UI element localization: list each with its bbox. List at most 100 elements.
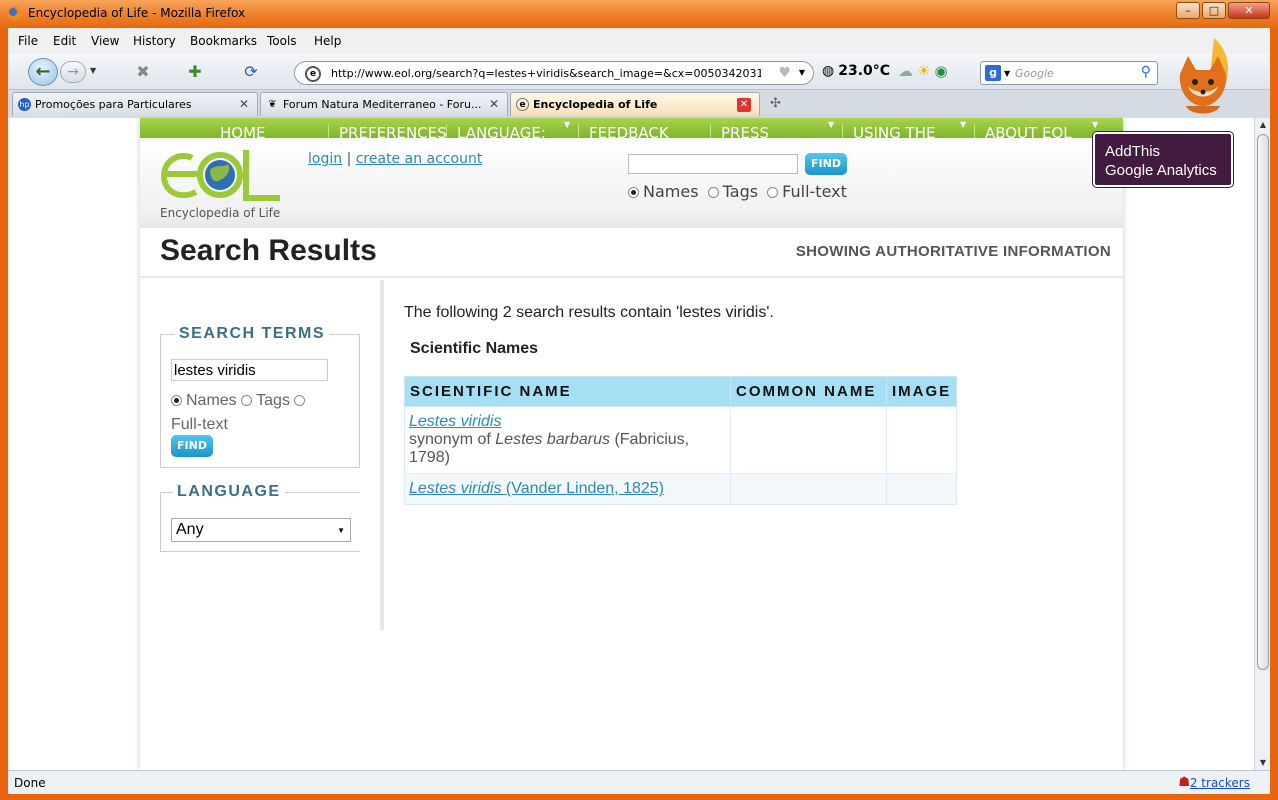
window-title: Encyclopedia of Life - Mozilla Firefox [28,6,246,20]
maximize-button[interactable]: □ [1202,2,1226,19]
authoritative-toggle[interactable]: SHOWING AUTHORITATIVE INFORMATION [796,243,1111,260]
logo-subtitle: Encyclopedia of Life [160,206,281,220]
col-common-name: COMMON NAME [730,376,887,407]
search-terms-input[interactable]: lestes viridis [171,359,328,381]
menu-bookmarks[interactable]: Bookmarks [190,34,257,48]
nav-using-the[interactable]: USING THE [842,124,935,138]
result-author: (Vander Linden, 1825) [501,480,664,497]
chevron-down-icon: ▼ [337,526,345,535]
minimize-button[interactable]: – [1176,2,1200,19]
nav-press[interactable]: PRESS [710,124,769,138]
page-title: Search Results [160,234,377,267]
close-window-button[interactable]: ✕ [1228,2,1270,19]
tab-forum-natura[interactable]: ❦ Forum Natura Mediterraneo - Foru... ✕ [260,92,508,116]
common-name-cell [730,406,887,474]
back-arrow-icon[interactable]: ← [28,58,58,86]
link-separator: | [346,151,352,167]
sidebar-search-type: Names Tags Full-text [171,389,351,437]
status-text: Done [14,776,46,790]
radio-names-label: Names [643,182,699,201]
menu-file[interactable]: File [18,34,38,48]
eol-logo[interactable] [158,144,283,204]
result-cell: Lestes viridis synonym of Lestes barbaru… [404,406,731,474]
menu-help[interactable]: Help [314,34,341,48]
tracker-icon[interactable]: ☗ [1178,775,1190,790]
weather-widget[interactable]: ◍ 23.0°C [822,63,890,79]
history-dropdown-icon[interactable]: ▼ [90,66,96,75]
tab-bar: hp Promoções para Particulares ✕ ❦ Forum… [8,90,1270,118]
site-identity-icon[interactable]: e [305,66,321,82]
login-link[interactable]: login [308,151,342,167]
radio-names[interactable] [628,187,639,198]
menu-view[interactable]: View [91,34,119,48]
search-engine-dropdown-icon[interactable]: ▼ [1004,69,1010,78]
result-name: Lestes viridis [409,480,502,497]
sidebar-radio-tags[interactable] [241,395,253,407]
menu-history[interactable]: History [133,34,176,48]
new-tab-icon[interactable]: ✣ [770,96,781,111]
menu-bar: File Edit View History Bookmarks Tools H… [8,28,1270,54]
dropdown-arrow-icon: ▼ [960,120,967,129]
forward-arrow-icon[interactable]: → [60,61,86,83]
new-page-icon[interactable]: ✚ [184,62,206,82]
radio-fulltext-label: Full-text [782,182,847,201]
sun-icon: ☀ [917,62,935,80]
language-select[interactable]: Any ▼ [171,518,351,542]
nav-feedback[interactable]: FEEDBACK [578,124,669,138]
reload-icon[interactable]: ⟳ [240,62,262,82]
nav-about-eol[interactable]: ABOUT EOL [974,124,1072,138]
trackers-link[interactable]: 2 trackers [1190,776,1250,790]
create-account-link[interactable]: create an account [356,151,483,167]
result-link-2[interactable]: Lestes viridis (Vander Linden, 1825) [409,480,664,497]
scrollbar-thumb[interactable] [1257,134,1269,670]
search-icon[interactable]: ⚲ [1141,64,1151,80]
search-placeholder[interactable]: Google [1015,67,1054,80]
menu-tools[interactable]: Tools [267,34,297,48]
weather-globe-icon: ◍ [822,63,835,79]
menu-edit[interactable]: Edit [53,34,76,48]
header-search-input[interactable] [628,154,798,174]
url-dropdown-icon[interactable]: ▼ [799,68,805,77]
tab-promocoes[interactable]: hp Promoções para Particulares ✕ [12,92,258,116]
close-tab-icon[interactable]: ✕ [737,98,751,112]
stop-icon[interactable]: ✖ [132,62,154,82]
navigation-toolbar: ← → ▼ ✖ ✚ ⟳ e http://www.eol.org/search?… [8,54,1270,90]
image-cell [885,406,958,474]
nav-home[interactable]: HOME [210,124,266,138]
close-tab-icon[interactable]: ✕ [489,97,499,111]
url-text[interactable]: http://www.eol.org/search?q=lestes+virid… [331,67,761,80]
forecast-icons[interactable]: ☁☀◉ [898,62,952,80]
url-bar[interactable]: e http://www.eol.org/search?q=lestes+vir… [294,61,814,85]
result-cell: Lestes viridis (Vander Linden, 1825) [404,473,731,505]
firefox-icon [7,6,22,21]
tab-encyclopedia-of-life[interactable]: e Encyclopedia of Life ✕ [510,92,760,116]
radio-fulltext[interactable] [767,187,779,198]
scroll-down-icon[interactable]: ▼ [1255,756,1271,770]
close-tab-icon[interactable]: ✕ [239,97,249,111]
search-terms-box: SEARCH TERMS lestes viridis Names Tags F… [160,325,360,468]
scroll-up-icon[interactable]: ▲ [1255,118,1271,132]
tooltip-line-1: AddThis [1105,143,1161,160]
radio-tags-label: Tags [722,182,759,201]
language-selected-value: Any [176,521,204,538]
trackers-tooltip: AddThis Google Analytics [1093,132,1233,187]
bookmark-heart-icon[interactable]: ♥ [778,65,791,81]
google-search-box[interactable]: g ▼ Google ⚲ [980,61,1158,85]
col-image: IMAGE [885,376,958,407]
vertical-scrollbar[interactable]: ▲ ▼ [1254,118,1270,770]
google-icon[interactable]: g [985,65,1001,81]
sidebar-radio-tags-label: Tags [256,392,290,409]
sidebar: SEARCH TERMS lestes viridis Names Tags F… [140,280,384,630]
sidebar-radio-names[interactable] [171,395,182,407]
eol-icon: e [516,98,529,111]
sidebar-radio-fulltext[interactable] [294,395,306,407]
sidebar-find-button[interactable]: FIND [171,435,213,457]
radio-tags[interactable] [707,187,719,198]
nav-language[interactable]: LANGUAGE: [446,124,546,138]
result-link[interactable]: Lestes viridis [409,413,501,430]
nav-preferences[interactable]: PREFERENCES [328,124,447,138]
header-find-button[interactable]: FIND [805,153,847,175]
site-header: Encyclopedia of Life login | create an a… [140,138,1123,228]
cloud-icon: ☁ [898,62,917,80]
browser-content: HOME PREFERENCES LANGUAGE: FEEDBACK PRES… [8,118,1270,770]
